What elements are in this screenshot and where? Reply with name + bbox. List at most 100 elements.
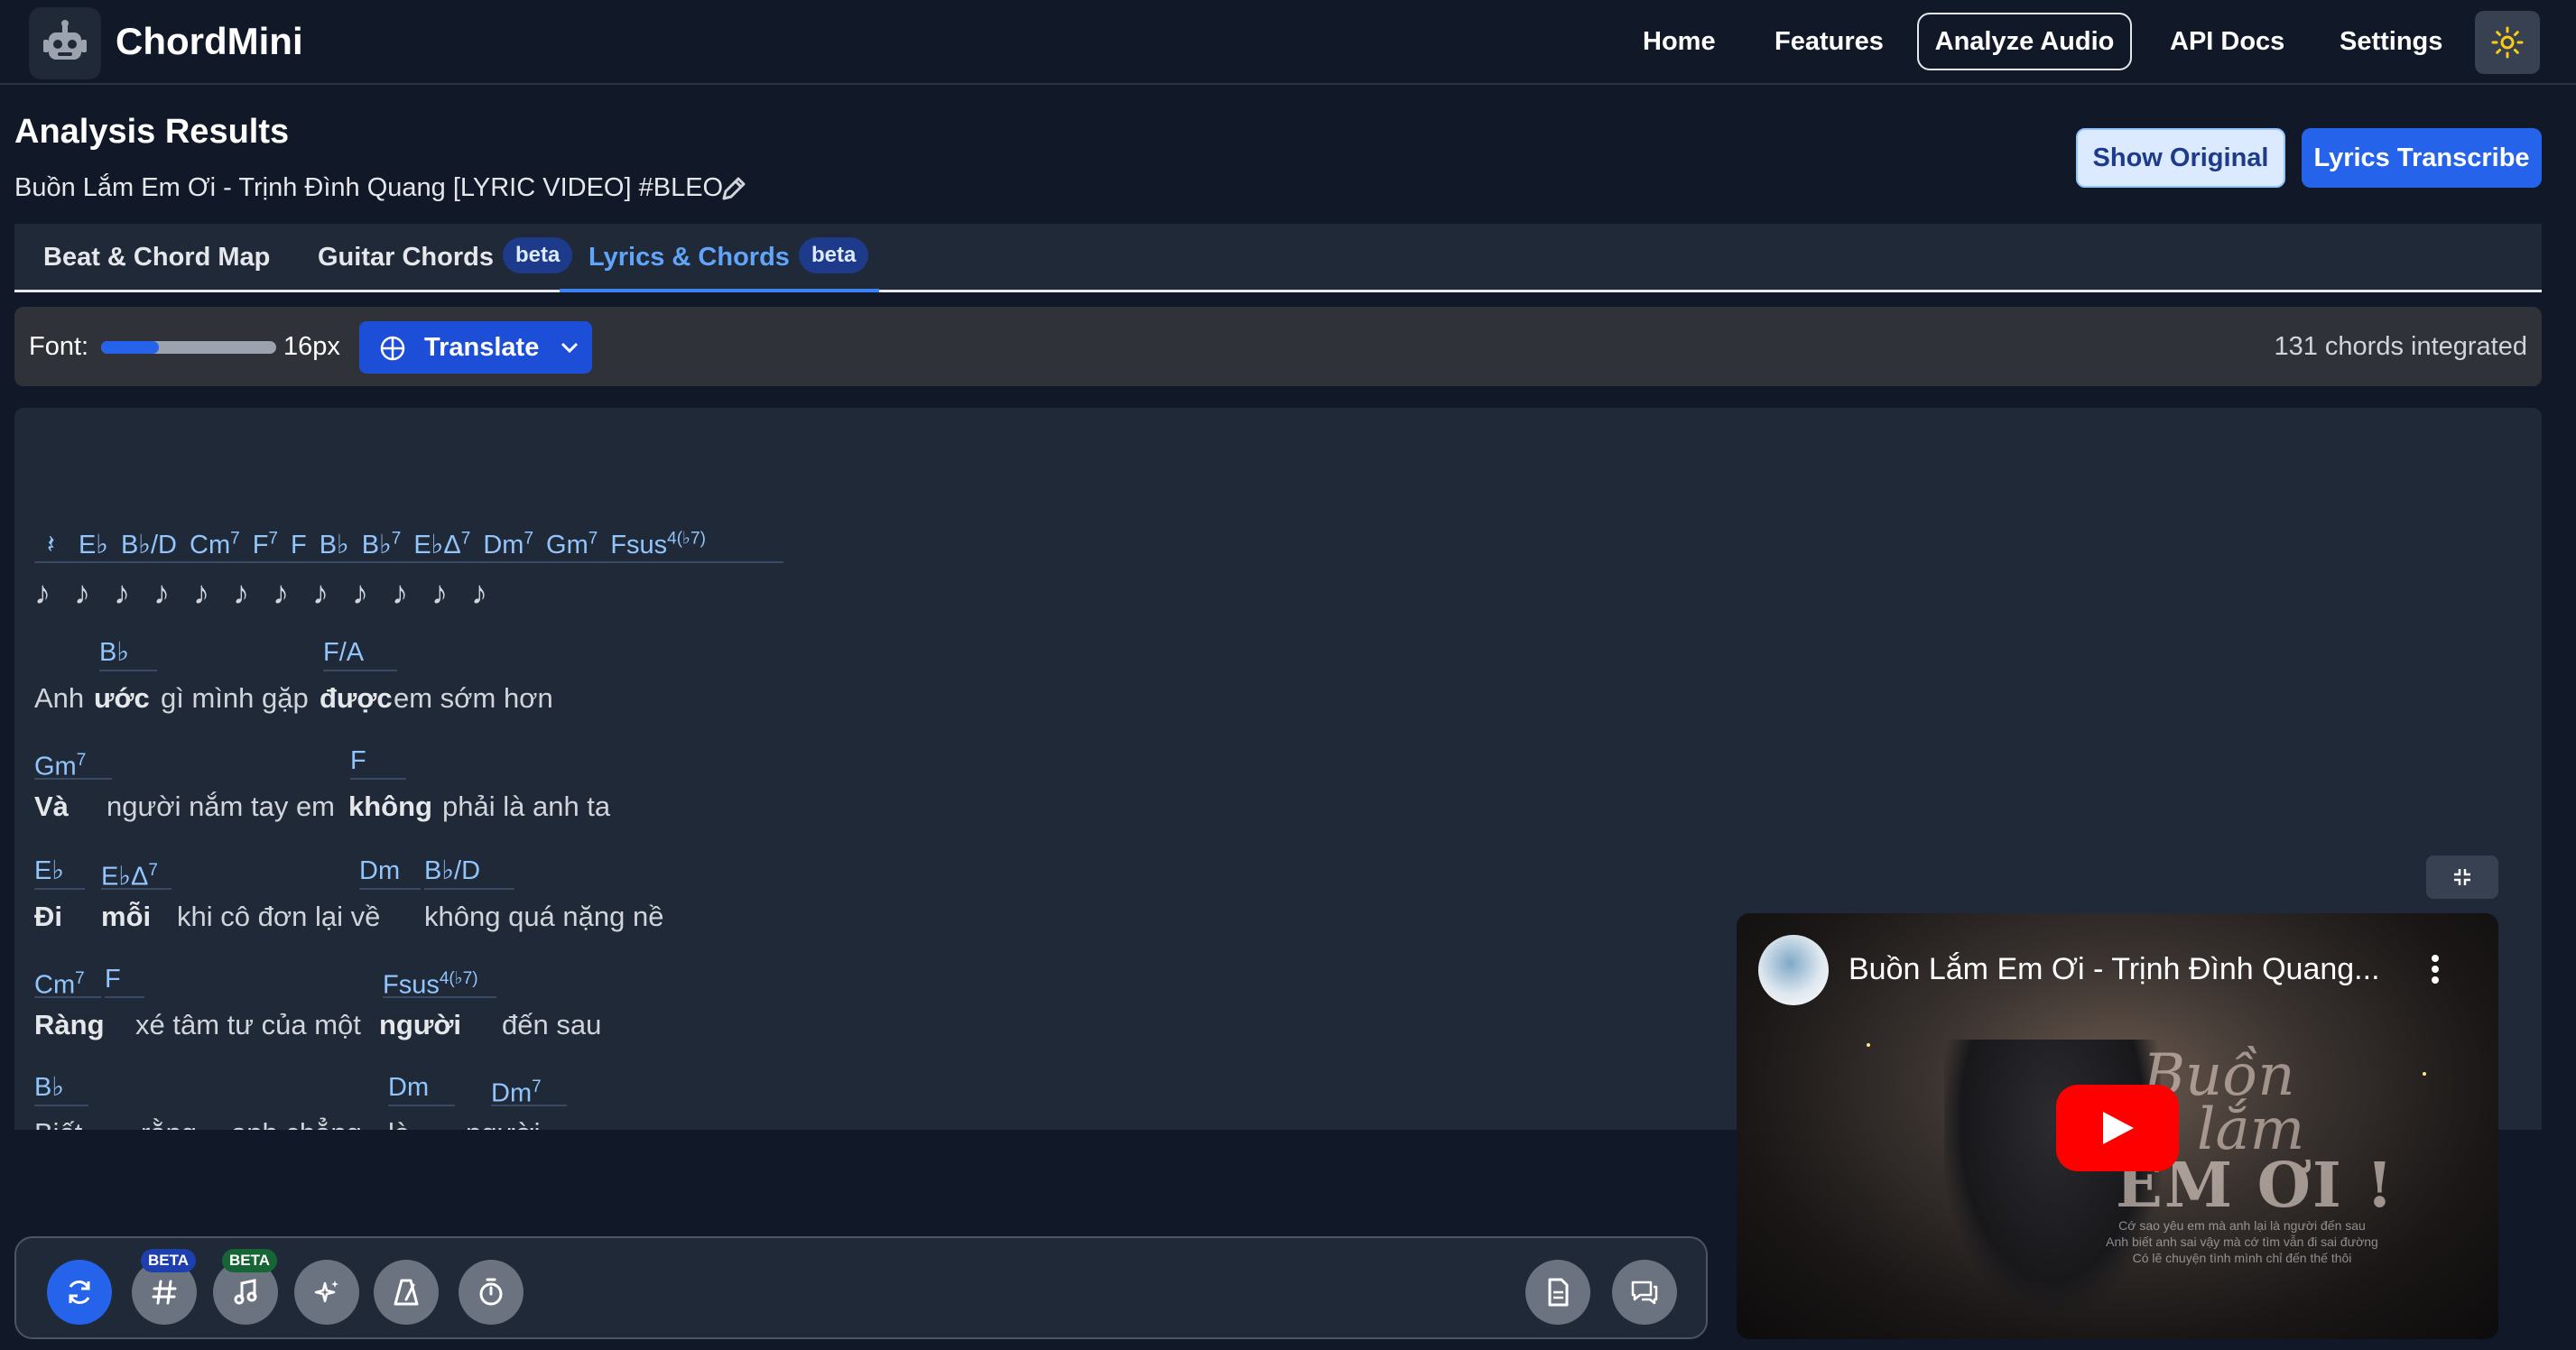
font-size-slider[interactable] xyxy=(101,341,276,354)
show-original-button[interactable]: Show Original xyxy=(2076,128,2285,188)
intro-chords: E♭ B♭/D Cm7 F7 F B♭ B♭7 E♭Δ7 Dm7 Gm7 Fsus4(♭7) xyxy=(79,529,718,559)
timer-icon xyxy=(479,1278,503,1306)
sparkles-icon xyxy=(314,1281,338,1303)
intro-chord[interactable]: F7 xyxy=(253,529,278,559)
slider-fill xyxy=(101,341,160,354)
intro-chord[interactable]: Gm7 xyxy=(546,529,598,559)
lyric-word: Ràng xyxy=(34,1009,105,1040)
beta-badge: BETA xyxy=(222,1249,278,1272)
tab-guitar-chords[interactable]: Guitar Chords beta xyxy=(318,224,573,292)
tab-label: Beat & Chord Map xyxy=(43,243,271,272)
roman-numeral-button[interactable]: BETA xyxy=(132,1249,197,1325)
ai-assistant-button[interactable] xyxy=(294,1260,359,1325)
more-options-icon[interactable] xyxy=(2430,953,2441,985)
sparkle xyxy=(2423,1072,2426,1076)
chord-label[interactable]: Dm xyxy=(388,1068,455,1106)
channel-avatar[interactable] xyxy=(1758,935,1829,1005)
chord-label[interactable]: F xyxy=(105,960,144,998)
music-note-icon xyxy=(234,1279,257,1305)
chord-label[interactable]: F xyxy=(350,742,406,780)
lyric-word: Anh xyxy=(34,682,85,714)
lyric-line: Gm7 F Và người nắm tay em không phải là … xyxy=(14,742,2542,850)
chat-button[interactable] xyxy=(1612,1260,1677,1325)
chat-icon xyxy=(1631,1281,1658,1305)
nav-settings[interactable]: Settings xyxy=(2340,13,2442,70)
timer-button[interactable] xyxy=(459,1260,524,1325)
lyrics-transcribe-button[interactable]: Lyrics Transcribe xyxy=(2302,128,2542,188)
beta-badge: BETA xyxy=(141,1249,197,1272)
youtube-player[interactable]: Buồn lắm EM ƠI ! Cớ sao yêu em mà anh lạ… xyxy=(1737,913,2498,1339)
bottom-toolbar: BETA BETA xyxy=(14,1236,1708,1339)
intro-chord[interactable]: E♭ xyxy=(79,531,108,559)
chord-label[interactable]: E♭ xyxy=(34,852,85,890)
lyric-word: đến sau xyxy=(502,1009,602,1040)
chord-label[interactable]: B♭/D xyxy=(424,852,514,890)
pencil-icon[interactable] xyxy=(718,173,749,204)
intro-chord[interactable]: Cm7 xyxy=(190,529,240,559)
tab-lyrics-chords[interactable]: Lyrics & Chords beta xyxy=(560,224,879,292)
metronome-button[interactable] xyxy=(374,1260,439,1325)
lyric-word: khi cô đơn lại về xyxy=(177,901,381,932)
nav-home[interactable]: Home xyxy=(1643,13,1716,70)
globe-icon xyxy=(380,336,405,361)
intro-notes: ♪ ♪ ♪ ♪ ♪ ♪ ♪ ♪ ♪ ♪ ♪ ♪ xyxy=(34,574,496,611)
chord-label[interactable]: Gm7 xyxy=(34,742,112,781)
intro-chord[interactable]: B♭7 xyxy=(362,529,402,559)
nav-api-docs[interactable]: API Docs xyxy=(2170,13,2284,70)
thumbnail-caption: Anh biết anh sai vậy mà cớ tìm vẫn đi sa… xyxy=(2106,1234,2378,1249)
lyric-word: là xyxy=(388,1114,410,1130)
chevron-down-icon xyxy=(561,342,579,354)
lyric-word: ước xyxy=(94,682,150,714)
lyric-word: Biết xyxy=(34,1114,82,1130)
chord-label[interactable]: Dm xyxy=(359,852,421,890)
chord-label[interactable]: Cm7 xyxy=(34,960,101,1000)
brand-name[interactable]: ChordMini xyxy=(116,16,303,67)
chord-label[interactable]: B♭ xyxy=(34,1068,88,1106)
refresh-icon xyxy=(69,1281,90,1304)
hash-icon xyxy=(152,1280,177,1305)
lyric-word: phải là anh ta xyxy=(442,791,611,822)
chord-label[interactable]: Dm7 xyxy=(491,1068,567,1108)
translate-button[interactable]: Translate xyxy=(359,321,592,374)
lyric-word: rằng xyxy=(141,1114,197,1130)
lyric-word: không quá nặng nề xyxy=(424,901,664,932)
intro-chord[interactable]: E♭Δ7 xyxy=(413,529,470,559)
refresh-button[interactable] xyxy=(47,1260,112,1325)
tab-label: Lyrics & Chords xyxy=(588,243,790,272)
intro-chord[interactable]: B♭ xyxy=(320,531,349,559)
beta-badge: beta xyxy=(798,237,869,274)
nav-features[interactable]: Features xyxy=(1774,13,1884,70)
melody-button[interactable]: BETA xyxy=(213,1249,278,1325)
thumbnail-caption: Cớ sao yêu em mà anh lại là người đến sa… xyxy=(2118,1218,2366,1233)
minimize-video-button[interactable] xyxy=(2426,855,2498,899)
lyric-word: không xyxy=(348,791,432,822)
song-title: Buồn Lắm Em Ơi - Trịnh Đình Quang [LYRIC… xyxy=(14,173,724,202)
lyric-word: Và xyxy=(34,791,69,822)
intro-chord[interactable]: Dm7 xyxy=(483,529,533,559)
page-title: Analysis Results xyxy=(14,113,290,151)
lyric-word: được xyxy=(320,682,393,714)
chord-label[interactable]: B♭ xyxy=(99,633,157,671)
robot-icon[interactable] xyxy=(29,7,101,79)
thumbnail-caption: Có lẽ chuyện tình mình chỉ đến thế thôi xyxy=(2132,1251,2352,1265)
lyrics-sheet-button[interactable] xyxy=(1525,1260,1590,1325)
nav-analyze-audio[interactable]: Analyze Audio xyxy=(1917,13,2132,70)
lyric-word: người xyxy=(466,1114,540,1130)
minimize-icon xyxy=(2454,869,2470,885)
lyric-word: anh chẳng xyxy=(231,1114,362,1130)
sparkle xyxy=(1867,1043,1870,1047)
play-button[interactable] xyxy=(2056,1085,2179,1171)
font-label: Font: xyxy=(29,332,89,361)
video-title[interactable]: Buồn Lắm Em Ơi - Trịnh Đình Quang... xyxy=(1849,948,2380,991)
top-navbar: ChordMini Home Features Analyze Audio AP… xyxy=(0,0,2576,85)
intro-chord[interactable]: Fsus4(♭7) xyxy=(610,529,706,559)
tab-beat-chord-map[interactable]: Beat & Chord Map xyxy=(43,224,270,292)
lyric-word: gì mình gặp xyxy=(161,682,309,714)
theme-toggle-button[interactable] xyxy=(2475,11,2540,74)
chord-label[interactable]: F/A xyxy=(323,633,397,671)
intro-chord[interactable]: F xyxy=(291,531,307,559)
chord-label[interactable]: Fsus4(♭7) xyxy=(383,960,496,1000)
sun-icon xyxy=(2491,26,2524,59)
chord-label[interactable]: E♭Δ7 xyxy=(101,852,171,892)
intro-chord[interactable]: B♭/D xyxy=(121,531,177,559)
